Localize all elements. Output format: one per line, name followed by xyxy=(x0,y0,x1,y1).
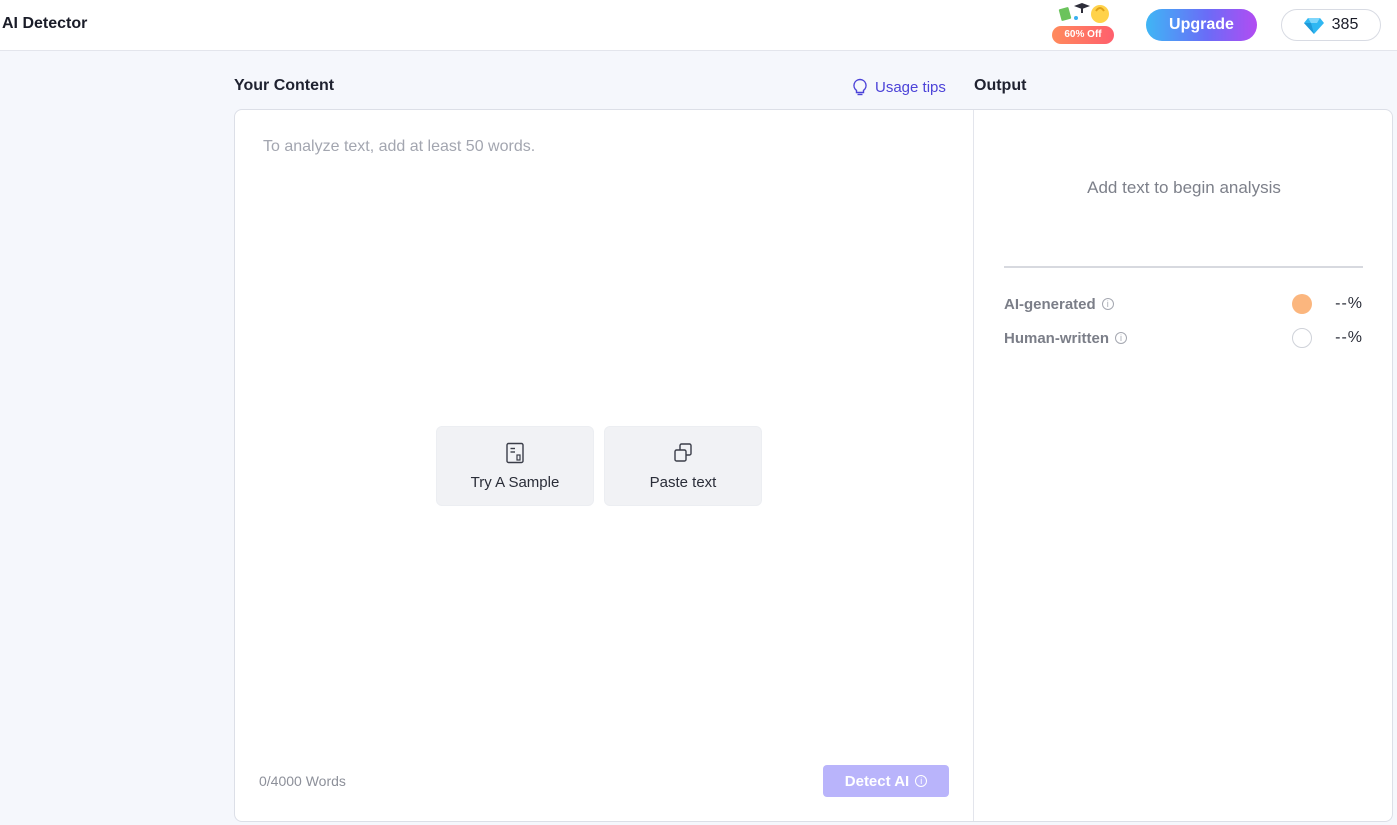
promo-banner[interactable]: 60% Off xyxy=(1050,0,1116,46)
promo-badge: 60% Off xyxy=(1052,26,1114,44)
human-written-color-dot xyxy=(1292,328,1312,348)
output-empty-message: Add text to begin analysis xyxy=(1087,178,1281,197)
result-label-ai-generated: AI-generated i xyxy=(1004,296,1114,313)
paste-text-label: Paste text xyxy=(649,473,717,491)
try-sample-button[interactable]: Try A Sample xyxy=(436,426,594,506)
usage-tips-label: Usage tips xyxy=(875,78,946,96)
result-row-human-written: Human-written i --% xyxy=(1004,327,1363,349)
app-title: AI Detector xyxy=(2,15,88,32)
usage-tips-link[interactable]: Usage tips xyxy=(851,77,946,97)
word-count: 0/4000 Words xyxy=(259,773,346,789)
lightbulb-icon xyxy=(853,78,867,96)
copy-icon xyxy=(674,442,692,462)
info-icon[interactable]: i xyxy=(1115,332,1127,344)
result-row-ai-generated: AI-generated i --% xyxy=(1004,293,1363,315)
ai-generated-label: AI-generated xyxy=(1004,295,1096,313)
ai-generated-color-dot xyxy=(1292,294,1312,314)
detect-ai-label: Detect AI xyxy=(844,772,910,790)
info-icon[interactable]: i xyxy=(1101,298,1114,310)
document-icon xyxy=(506,442,524,463)
promo-gift-icon xyxy=(1058,3,1109,23)
info-icon: i xyxy=(915,775,928,787)
credits-display[interactable]: 385 xyxy=(1281,9,1381,41)
output-divider xyxy=(1004,266,1363,268)
output-title: Output xyxy=(974,77,1027,94)
detect-ai-button[interactable]: Detect AI i xyxy=(823,765,949,797)
result-label-human-written: Human-written i xyxy=(1004,330,1127,347)
paste-text-button[interactable]: Paste text xyxy=(604,426,762,506)
credits-count: 385 xyxy=(1331,16,1359,33)
diamond-icon xyxy=(1303,17,1324,34)
ai-generated-value: --% xyxy=(1335,295,1363,312)
top-bar: AI Detector 60% Off Upgrade 385 xyxy=(0,0,1397,51)
human-written-label: Human-written xyxy=(1004,329,1109,347)
upgrade-button[interactable]: Upgrade xyxy=(1146,9,1257,41)
your-content-title: Your Content xyxy=(234,77,335,94)
human-written-value: --% xyxy=(1335,329,1363,346)
main-card: To analyze text, add at least 50 words. … xyxy=(234,109,1393,822)
content-input[interactable]: To analyze text, add at least 50 words. xyxy=(263,138,535,156)
panel-divider xyxy=(973,110,974,821)
try-sample-label: Try A Sample xyxy=(470,473,560,491)
